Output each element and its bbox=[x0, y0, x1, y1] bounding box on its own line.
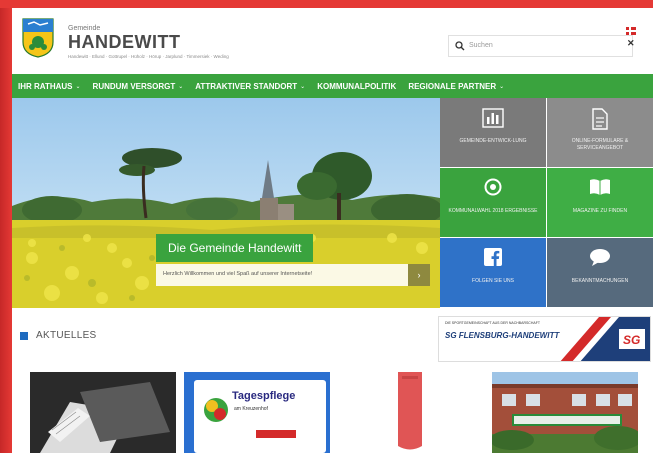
nav-label: REGIONALE PARTNER bbox=[408, 81, 497, 91]
danish-flag-icon[interactable] bbox=[626, 27, 636, 35]
chevron-down-icon: ⌄ bbox=[300, 83, 306, 90]
close-icon[interactable]: ✕ bbox=[627, 38, 635, 49]
news-image-documents bbox=[30, 372, 176, 453]
red-frame-top bbox=[0, 0, 653, 8]
nav-item-regionale-partner[interactable]: REGIONALE PARTNER ⌄ bbox=[402, 82, 510, 91]
search-icon[interactable] bbox=[455, 41, 465, 51]
chevron-down-icon: ⌄ bbox=[499, 83, 505, 90]
banner-tagline: DIE SPORTGEMEINSCHAFT AUS DER NACHBARSCH… bbox=[445, 321, 540, 325]
chevron-down-icon: ⌄ bbox=[178, 83, 184, 90]
banner-title: SG FLENSBURG-HANDEWITT bbox=[445, 331, 560, 340]
news-thumbnail-2[interactable]: Tagespflege am Kreuzenhof bbox=[184, 372, 330, 453]
book-icon bbox=[547, 178, 653, 200]
chevron-down-icon: ⌄ bbox=[75, 83, 81, 90]
news-image-red-bin bbox=[338, 372, 484, 453]
nav-item-kommunalpolitik[interactable]: KOMMUNALPOLITIK bbox=[311, 82, 402, 91]
nav-label: RUNDUM VERSORGT bbox=[92, 81, 176, 91]
tagespflege-subtitle: am Kreuzenhof bbox=[234, 406, 268, 412]
slider-next-button[interactable]: › bbox=[408, 264, 430, 286]
quicklink-tiles: GEMEINDE-ENTWICK-LUNG ONLINE-FORMULARE &… bbox=[440, 98, 653, 308]
nav-item-attraktiver-standort[interactable]: ATTRAKTIVER STANDORT ⌄ bbox=[189, 82, 311, 91]
news-image-building bbox=[492, 372, 638, 453]
speech-bubble-icon bbox=[547, 248, 653, 270]
sg-badge-text: SG bbox=[623, 333, 640, 347]
bar-chart-icon bbox=[440, 108, 546, 130]
logo-subtitle: Gemeinde bbox=[68, 25, 101, 32]
tile-label: GEMEINDE-ENTWICK-LUNG bbox=[459, 138, 527, 144]
tile-gemeindeentwicklung[interactable]: GEMEINDE-ENTWICK-LUNG bbox=[440, 98, 546, 167]
nav-label: ATTRAKTIVER STANDORT bbox=[195, 81, 298, 91]
news-thumbnail-1[interactable] bbox=[30, 372, 176, 453]
hero-slider[interactable]: Die Gemeinde Handewitt Herzlich Willkomm… bbox=[12, 98, 440, 308]
nav-label: IHR RATHAUS bbox=[18, 81, 73, 91]
section-title: AKTUELLES bbox=[36, 330, 97, 341]
blue-square-icon bbox=[20, 331, 28, 340]
target-icon bbox=[440, 178, 546, 200]
tagespflege-title: Tagespflege bbox=[232, 390, 296, 402]
hero-title[interactable]: Die Gemeinde Handewitt bbox=[156, 234, 314, 262]
search-placeholder: Suchen bbox=[469, 42, 493, 49]
red-frame-left bbox=[0, 0, 12, 453]
tile-label: KOMMUNALWAHL 2018 ERGEBNISSE bbox=[448, 208, 538, 214]
tile-label: ONLINE-FORMULARE & SERVICEANGEBOT bbox=[571, 138, 629, 151]
site-logo-title[interactable]: HANDEWITT bbox=[68, 32, 180, 53]
coat-of-arms-icon[interactable] bbox=[22, 18, 54, 58]
nav-label: KOMMUNALPOLITIK bbox=[317, 81, 397, 91]
news-thumbnail-3[interactable] bbox=[338, 372, 484, 453]
nav-item-ihr-rathaus[interactable]: IHR RATHAUS ⌄ bbox=[12, 82, 87, 91]
news-thumbnail-4[interactable] bbox=[492, 372, 638, 453]
tile-label: FOLGEN SIE UNS bbox=[472, 278, 514, 284]
tile-bekanntmachungen[interactable]: BEKANNTMACHUNGEN bbox=[547, 238, 653, 307]
nav-item-rundum-versorgt[interactable]: RUNDUM VERSORGT ⌄ bbox=[87, 82, 190, 91]
tile-facebook[interactable]: FOLGEN SIE UNS bbox=[440, 238, 546, 307]
sg-flensburg-handewitt-banner[interactable]: DIE SPORTGEMEINSCHAFT AUS DER NACHBARSCH… bbox=[438, 316, 651, 362]
tile-kommunalwahl[interactable]: KOMMUNALWAHL 2018 ERGEBNISSE bbox=[440, 168, 546, 237]
tile-label: BEKANNTMACHUNGEN bbox=[571, 278, 629, 284]
hero-subtitle: Herzlich Willkommen und viel Spaß auf un… bbox=[156, 264, 408, 286]
search-input[interactable]: Suchen bbox=[448, 35, 633, 57]
facebook-icon bbox=[440, 248, 546, 270]
browser-page: Gemeinde HANDEWITT Handewitt · Ellund · … bbox=[12, 8, 653, 453]
main-navigation: IHR RATHAUS ⌄ RUNDUM VERSORGT ⌄ ATTRAKTI… bbox=[12, 74, 653, 98]
sg-flensburg-logo: SG bbox=[560, 317, 650, 361]
site-header: Gemeinde HANDEWITT Handewitt · Ellund · … bbox=[12, 8, 653, 74]
tile-online-formulare[interactable]: ONLINE-FORMULARE & SERVICEANGEBOT bbox=[547, 98, 653, 167]
tile-label: MAGAZINE ZU FINDEN bbox=[572, 208, 628, 214]
news-image-tagespflege-sign bbox=[184, 372, 330, 453]
tile-magazine[interactable]: MAGAZINE ZU FINDEN bbox=[547, 168, 653, 237]
logo-places: Handewitt · Ellund · Gottrupel · Hüholz … bbox=[68, 54, 229, 59]
document-icon bbox=[547, 108, 653, 130]
section-heading-aktuelles: AKTUELLES bbox=[20, 330, 97, 341]
